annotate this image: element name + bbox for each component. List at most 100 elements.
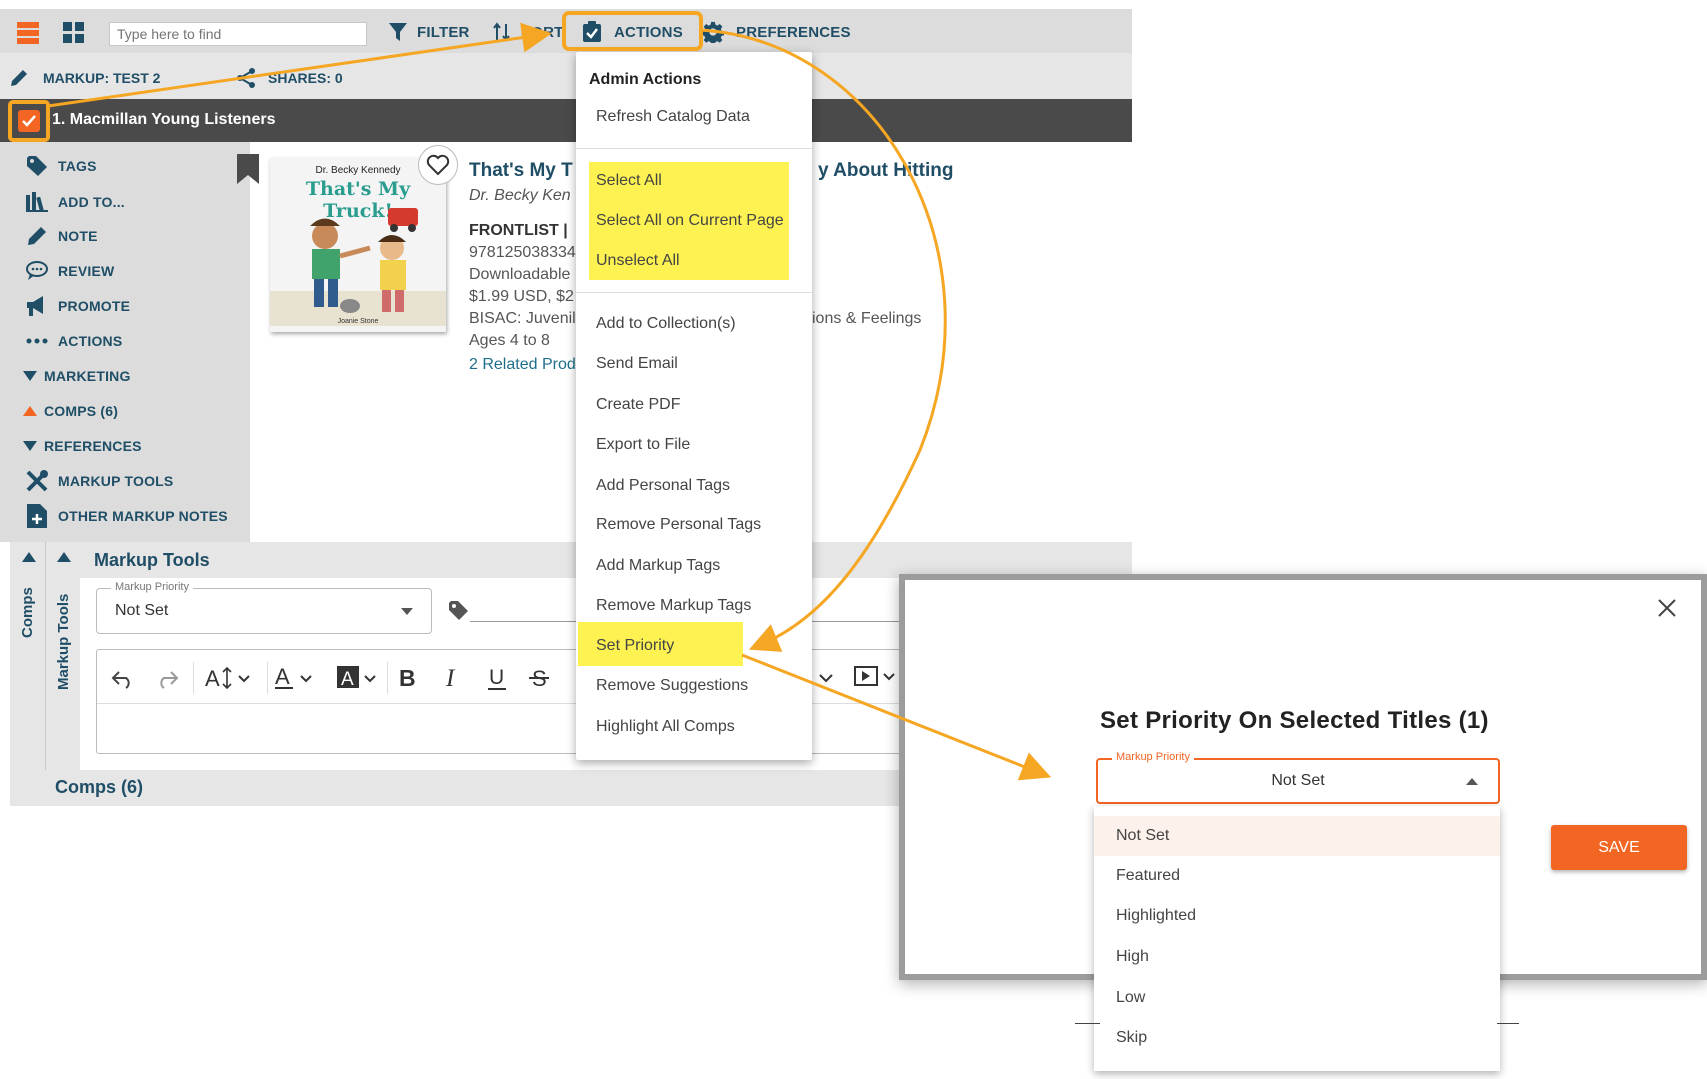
sidebar-item-label: MARKUP TOOLS [58,473,174,489]
sidebar-item-other-markup-notes[interactable]: OTHER MARKUP NOTES [0,501,228,531]
menu-item-highlight-all-comps[interactable]: Highlight All Comps [596,718,735,736]
actions-label: ACTIONS [614,23,683,41]
caret-down-icon [22,371,38,381]
tab-markup-tools[interactable]: Markup Tools [55,594,72,690]
gear-icon [702,21,724,43]
menu-item-unselect-all[interactable]: Unselect All [596,252,680,270]
sidebar-item-label: REFERENCES [44,438,142,454]
priority-options-list: Not Set Featured Highlighted High Low Sk… [1094,806,1500,1071]
actions-button[interactable]: ACTIONS [582,21,683,43]
menu-icon[interactable] [17,22,39,44]
product-ages: Ages 4 to 8 [469,332,550,349]
menu-item-remove-suggestions[interactable]: Remove Suggestions [596,677,748,695]
sidebar-item-label: ADD TO... [58,194,125,210]
priority-option[interactable]: High [1094,937,1500,977]
markup-name[interactable]: MARKUP: TEST 2 [9,68,160,88]
menu-item-set-priority[interactable]: Set Priority [596,637,674,655]
menu-item-refresh-catalog-data[interactable]: Refresh Catalog Data [596,108,750,126]
markup-priority-select[interactable]: Markup Priority Not Set [96,581,432,634]
filter-button[interactable]: FILTER [389,22,470,42]
product-price: $1.99 USD, $2 [469,288,574,305]
priority-option[interactable]: Skip [1094,1018,1500,1058]
tools-icon [22,469,52,493]
caret-down-icon [22,441,38,451]
svg-text:A: A [275,665,290,689]
sidebar-item-add-to[interactable]: ADD TO... [0,187,125,217]
related-products-link[interactable]: 2 Related Prod [469,356,576,374]
font-color-icon[interactable]: A [275,665,319,691]
menu-item-remove-personal-tags[interactable]: Remove Personal Tags [596,516,761,534]
highlight-color-icon[interactable]: A [337,665,381,691]
product-title[interactable]: That's My T [469,160,573,182]
bookmark-icon[interactable] [237,154,259,189]
sidebar-item-label: REVIEW [58,263,115,279]
preferences-button[interactable]: PREFERENCES [702,21,851,43]
grid-view-icon[interactable] [63,22,85,44]
sort-button[interactable]: SORT [493,22,563,42]
sidebar-item-markup-tools[interactable]: MARKUP TOOLS [0,466,173,496]
priority-option[interactable]: Featured [1094,856,1500,896]
sidebar-item-review[interactable]: REVIEW [0,256,114,286]
dialog-priority-select[interactable]: Markup Priority Not Set [1096,751,1500,804]
collapse-comps-icon[interactable] [22,549,36,567]
italic-icon[interactable]: I [442,665,464,691]
menu-item-select-all-on-current-page[interactable]: Select All on Current Page [596,212,784,230]
sidebar-item-actions[interactable]: ACTIONS [0,326,122,356]
dialog-priority-label: Markup Priority [1112,751,1194,763]
redo-icon[interactable] [155,669,179,689]
save-button[interactable]: SAVE [1551,825,1687,870]
preferences-label: PREFERENCES [736,23,851,41]
undo-icon[interactable] [111,669,135,689]
menu-item-export-to-file[interactable]: Export to File [596,436,690,454]
dropdown-arrow-up-icon [1466,778,1478,785]
menu-item-select-all[interactable]: Select All [596,172,662,190]
bold-icon[interactable]: B [397,665,419,691]
chevron-down-icon[interactable] [819,674,833,684]
menu-item-create-pdf[interactable]: Create PDF [596,396,680,414]
product-bisac: BISAC: Juvenile [469,310,585,327]
tab-comps[interactable]: Comps [19,587,36,638]
comps-footer-heading[interactable]: Comps (6) [55,777,143,798]
close-icon[interactable] [1658,599,1676,622]
select-checkbox[interactable] [8,100,50,142]
sidebar-item-marketing[interactable]: MARKETING [0,361,131,391]
menu-item-remove-markup-tags[interactable]: Remove Markup Tags [596,597,751,615]
sidebar-item-tags[interactable]: TAGS [0,151,97,181]
shares-count[interactable]: SHARES: 0 [236,68,343,88]
font-size-icon[interactable]: A [205,666,255,690]
tag-icon[interactable] [448,600,468,625]
sidebar-item-note[interactable]: NOTE [0,221,98,251]
sidebar-item-label: TAGS [58,158,97,174]
left-sidebar: TAGS ADD TO... NOTE REVIEW PROMOTE ACTIO… [0,142,250,542]
book-cover[interactable]: Dr. Becky Kennedy That's My Truck! Joani… [270,158,446,332]
priority-option[interactable]: Low [1094,978,1500,1018]
priority-option[interactable]: Highlighted [1094,896,1500,936]
sidebar-item-label: ACTIONS [58,333,123,349]
product-author[interactable]: Dr. Becky Ken [469,187,571,205]
priority-option[interactable]: Not Set [1094,816,1500,856]
underline-icon[interactable]: U [487,665,509,691]
sidebar-item-label: COMPS (6) [44,403,119,419]
strikethrough-icon[interactable]: S [529,665,551,691]
favorite-button[interactable] [418,145,458,185]
divider-line [1075,1023,1100,1024]
sidebar-item-label: NOTE [58,228,98,244]
share-icon [237,68,255,88]
sidebar-item-promote[interactable]: PROMOTE [0,291,130,321]
menu-item-add-markup-tags[interactable]: Add Markup Tags [596,557,720,575]
menu-item-send-email[interactable]: Send Email [596,355,678,373]
library-icon [22,192,52,212]
sidebar-item-comps[interactable]: COMPS (6) [0,396,118,426]
heart-icon [426,154,450,176]
checkbox-checked-icon [18,110,40,132]
svg-text:A: A [341,669,354,690]
list-title: 1. Macmillan Young Listeners [52,111,276,128]
sidebar-item-references[interactable]: REFERENCES [0,431,142,461]
pencil-icon [22,225,52,247]
product-title-end[interactable]: y About Hitting [818,160,953,182]
search-input[interactable] [109,22,367,46]
video-icon[interactable] [854,664,896,690]
menu-item-add-to-collections[interactable]: Add to Collection(s) [596,315,736,333]
collapse-markup-icon[interactable] [57,549,71,567]
menu-item-add-personal-tags[interactable]: Add Personal Tags [596,477,730,495]
